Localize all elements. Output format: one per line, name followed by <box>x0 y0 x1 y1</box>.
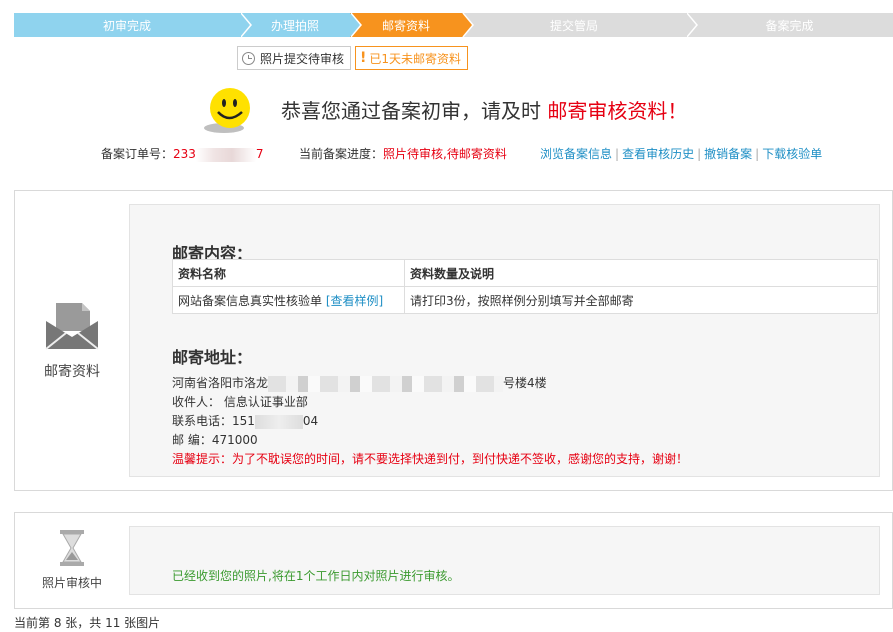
phone-end: 04 <box>302 414 319 428</box>
table-header-row: 资料名称 资料数量及说明 <box>172 259 878 287</box>
address-line: 河南省洛阳市洛龙 号楼4楼 <box>172 374 688 393</box>
table-cell: 请打印3份，按照样例分别填写并全部邮寄 <box>404 286 878 314</box>
cancel-filing-link[interactable]: 撤销备案 <box>704 147 752 161</box>
address-end: 号楼4楼 <box>503 376 547 390</box>
table-row: 网站备案信息真实性核验单 [查看样例] 请打印3份，按照样例分别填写并全部邮寄 <box>172 286 878 314</box>
review-panel-label: 照片审核中 <box>41 576 102 590</box>
progress-label: 当前备案进度： <box>299 147 384 161</box>
mail-overdue-text: 已1天未邮寄资料 <box>369 51 462 66</box>
step-label: 办理拍照 <box>270 18 319 33</box>
step-label: 提交管局 <box>549 18 598 33</box>
step-label: 邮寄资料 <box>381 18 430 33</box>
headline-highlight: 邮寄审核资料！ <box>547 99 688 123</box>
review-panel-side: 照片审核中 <box>15 513 129 608</box>
download-verification-form-link[interactable]: 下载核验单 <box>762 147 822 161</box>
mail-panel-side: 邮寄资料 <box>15 191 129 490</box>
progress-value: 照片待审核,待邮寄资料 <box>383 147 507 161</box>
order-value-start: 233 <box>173 147 196 161</box>
step-submit-bureau: 提交管局 <box>462 12 698 38</box>
phone-start: 联系电话：151 <box>172 414 255 428</box>
mail-panel-label: 邮寄资料 <box>44 363 100 380</box>
hourglass-icon <box>60 530 84 566</box>
view-filing-info-link[interactable]: 浏览备案信息 <box>540 147 612 161</box>
redacted-block <box>254 414 303 429</box>
progress-steps: 初审完成 办理拍照 邮寄资料 提交管局 备案完成 <box>14 12 893 38</box>
headline: 恭喜您通过备案初审，请及时 邮寄审核资料！ <box>281 95 687 124</box>
step-photo: 办理拍照 <box>240 12 362 38</box>
review-message: 已经收到您的照片,将在1个工作日内对照片进行审核。 <box>172 569 460 583</box>
current-progress: 当前备案进度：照片待审核,待邮寄资料 <box>299 145 507 162</box>
address-start: 河南省洛阳市洛龙 <box>172 376 269 390</box>
mail-materials-panel: 邮寄资料 邮寄内容： 资料名称 资料数量及说明 网站备案信息真实性核验单 [查看… <box>14 190 893 491</box>
photo-review-panel: 照片审核中 已经收到您的照片,将在1个工作日内对照片进行审核。 <box>14 512 893 609</box>
photo-status-text: 照片提交待审核 <box>260 51 345 66</box>
column-header: 资料数量及说明 <box>404 259 878 287</box>
table-cell: 网站备案信息真实性核验单 [查看样例] <box>172 286 405 314</box>
photo-status-badge: 照片提交待审核 <box>237 46 352 70</box>
mail-panel-content: 邮寄内容： 资料名称 资料数量及说明 网站备案信息真实性核验单 [查看样例] 请… <box>129 204 880 477</box>
order-number: 备案订单号：233 7 <box>101 145 264 162</box>
status-badges: 照片提交待审核 ! 已1天未邮寄资料 <box>237 46 469 70</box>
order-value-end: 7 <box>255 147 264 161</box>
redacted-block <box>195 147 256 162</box>
step-label: 备案完成 <box>765 18 814 33</box>
step-initial-review-complete: 初审完成 <box>14 12 252 38</box>
envelope-icon <box>45 302 99 350</box>
postcode-line: 邮 编：471000 <box>172 433 258 447</box>
mail-address-title: 邮寄地址： <box>172 348 253 367</box>
column-header: 资料名称 <box>172 259 405 287</box>
redacted-block <box>268 375 504 392</box>
mail-content-table: 资料名称 资料数量及说明 网站备案信息真实性核验单 [查看样例] 请打印3份，按… <box>172 259 878 314</box>
step-label: 初审完成 <box>102 18 151 33</box>
step-mail-materials: 邮寄资料 <box>350 12 474 38</box>
action-links: 浏览备案信息 | 查看审核历史 | 撤销备案 | 下载核验单 <box>540 147 823 161</box>
clock-icon <box>242 51 255 65</box>
exclamation-icon: ! <box>360 50 367 66</box>
recipient-line: 收件人： 信息认证事业部 <box>172 395 308 409</box>
document-name: 网站备案信息真实性核验单 <box>178 293 323 308</box>
headline-prefix: 恭喜您通过备案初审，请及时 <box>281 99 548 123</box>
view-sample-link[interactable]: [查看样例] <box>326 294 383 308</box>
view-review-history-link[interactable]: 查看审核历史 <box>622 147 694 161</box>
step-filing-complete: 备案完成 <box>686 13 893 37</box>
smiley-icon <box>204 88 250 133</box>
phone-line: 联系电话：151 04 <box>172 412 688 431</box>
image-counter: 当前第 8 张，共 11 张图片 <box>14 616 161 630</box>
order-label: 备案订单号： <box>101 147 174 161</box>
warm-tip: 温馨提示：为了不耽误您的时间，请不要选择快递到付，到付快递不签收，感谢您的支持，… <box>172 452 689 466</box>
mail-address-block: 河南省洛阳市洛龙 号楼4楼 收件人： 信息认证事业部 联系电话：151 04 邮 编… <box>172 374 688 469</box>
review-panel-content: 已经收到您的照片,将在1个工作日内对照片进行审核。 <box>129 526 880 595</box>
mail-overdue-badge: ! 已1天未邮寄资料 <box>355 46 469 70</box>
